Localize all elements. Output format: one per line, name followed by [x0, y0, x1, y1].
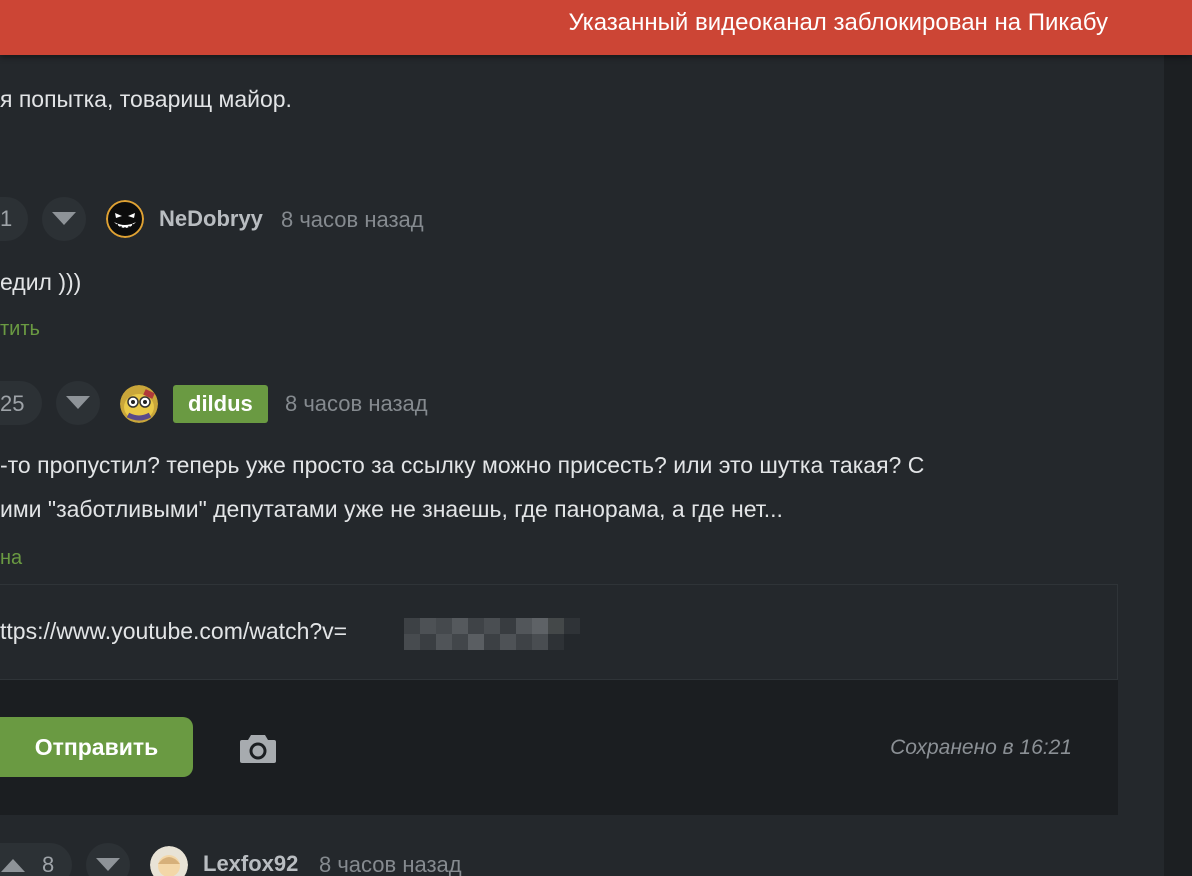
user-avatar-icon [150, 846, 188, 876]
rating-count: 25 [0, 391, 25, 416]
chevron-down-icon [66, 396, 90, 409]
downvote-button[interactable] [86, 843, 130, 876]
comment-text-line: ими "заботливыми" депутатами уже не знае… [0, 496, 783, 522]
cartoon-avatar-icon [120, 385, 158, 423]
comment-author-badge[interactable]: dildus [173, 385, 268, 423]
redacted-pixelation [404, 618, 580, 650]
avatar[interactable] [150, 846, 188, 876]
comment-author[interactable]: Lexfox92 [203, 850, 298, 876]
comment-text-line: я попытка, товарищ майор. [0, 86, 292, 112]
rating-count: 1 [0, 206, 13, 231]
comment-text-line: -то пропустил? теперь уже просто за ссыл… [0, 452, 925, 478]
rating-count: 8 [42, 852, 55, 876]
reply-input[interactable]: ttps://www.youtube.com/watch?v= [0, 616, 347, 646]
comment-author[interactable]: NeDobryy [159, 205, 263, 233]
evil-smiley-avatar-icon [106, 200, 144, 238]
notification-toast[interactable]: Указанный видеоканал заблокирован на Пик… [0, 0, 1192, 55]
avatar[interactable] [120, 385, 158, 423]
cancel-link[interactable]: на [0, 545, 22, 571]
comment-text-line: едил ))) [0, 269, 82, 295]
autosave-status: Сохранено в 16:21 [890, 736, 1072, 759]
comment-time[interactable]: 8 часов назад [285, 390, 428, 418]
reply-link[interactable]: тить [0, 316, 40, 342]
upvote-button[interactable] [0, 852, 28, 876]
camera-icon [240, 735, 276, 763]
chevron-down-icon [96, 858, 120, 871]
scroll-gutter[interactable] [1164, 0, 1192, 876]
chevron-up-icon [1, 859, 25, 872]
reply-editor[interactable]: ttps://www.youtube.com/watch?v= [0, 584, 1118, 680]
toast-message: Указанный видеоканал заблокирован на Пик… [568, 9, 1108, 36]
send-button[interactable]: Отправить [0, 717, 193, 777]
page: я попытка, товарищ майор. 1 NeDobryy 8 ч… [0, 0, 1192, 876]
comment-time[interactable]: 8 часов назад [319, 851, 462, 876]
downvote-button[interactable] [42, 197, 86, 241]
comment-time[interactable]: 8 часов назад [281, 206, 424, 234]
downvote-button[interactable] [56, 381, 100, 425]
reply-toolbar: Отправить Сохранено в 16:21 [0, 680, 1118, 815]
attach-image-button[interactable] [238, 730, 278, 766]
avatar[interactable] [106, 200, 144, 238]
chevron-down-icon [52, 212, 76, 225]
